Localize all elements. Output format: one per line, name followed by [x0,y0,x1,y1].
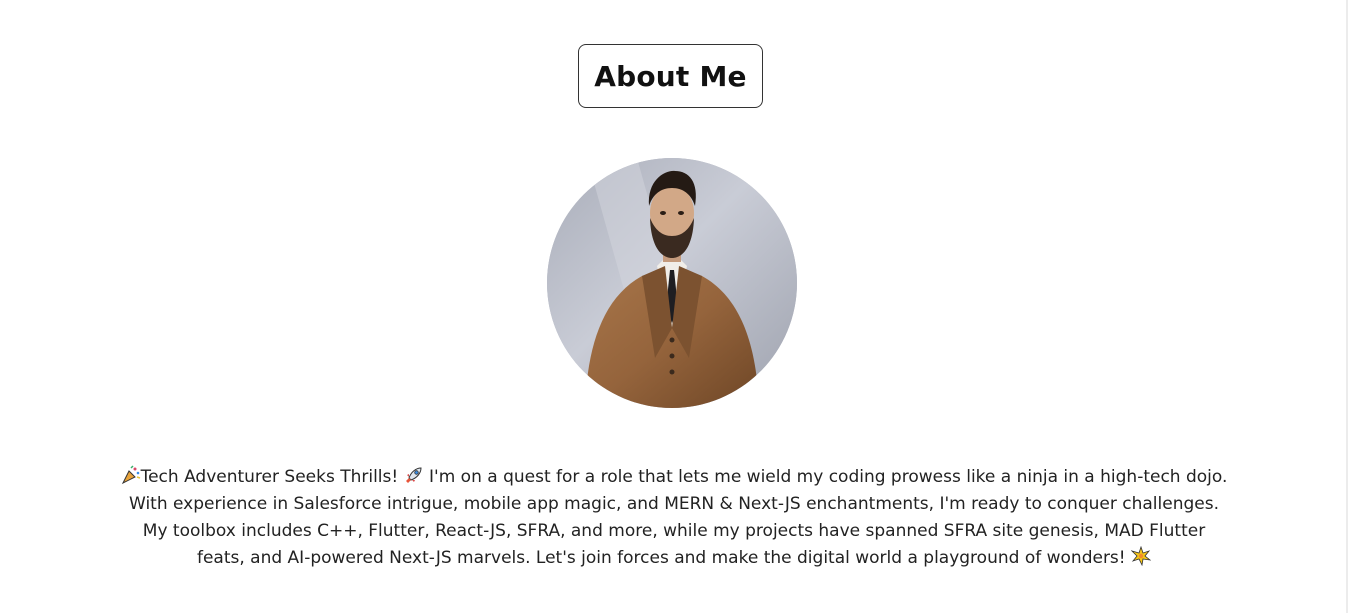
bio-line1-rest: I'm on a quest for a role that lets me w… [423,467,1228,487]
about-me-section: About Me Tech Adventurer Seeks Thrills! … [0,0,1348,613]
party-popper-icon [121,465,140,485]
sparkle-burst-icon [1131,546,1152,566]
bio-line1-intro: Tech Adventurer Seeks Thrills! [140,467,399,487]
about-me-title-box: About Me [578,44,763,108]
avatar [547,158,797,408]
page-title: About Me [594,59,747,93]
rocket-icon [405,467,422,483]
bio-line4: feats, and AI-powered Next-JS marvels. L… [196,548,1126,568]
bio-line3: My toolbox includes C++, Flutter, React-… [142,521,1206,541]
avatar-photo [547,158,797,408]
bio-line2: With experience in Salesforce intrigue, … [129,494,1219,514]
bio-paragraph: Tech Adventurer Seeks Thrills! I'm on a … [90,464,1258,572]
